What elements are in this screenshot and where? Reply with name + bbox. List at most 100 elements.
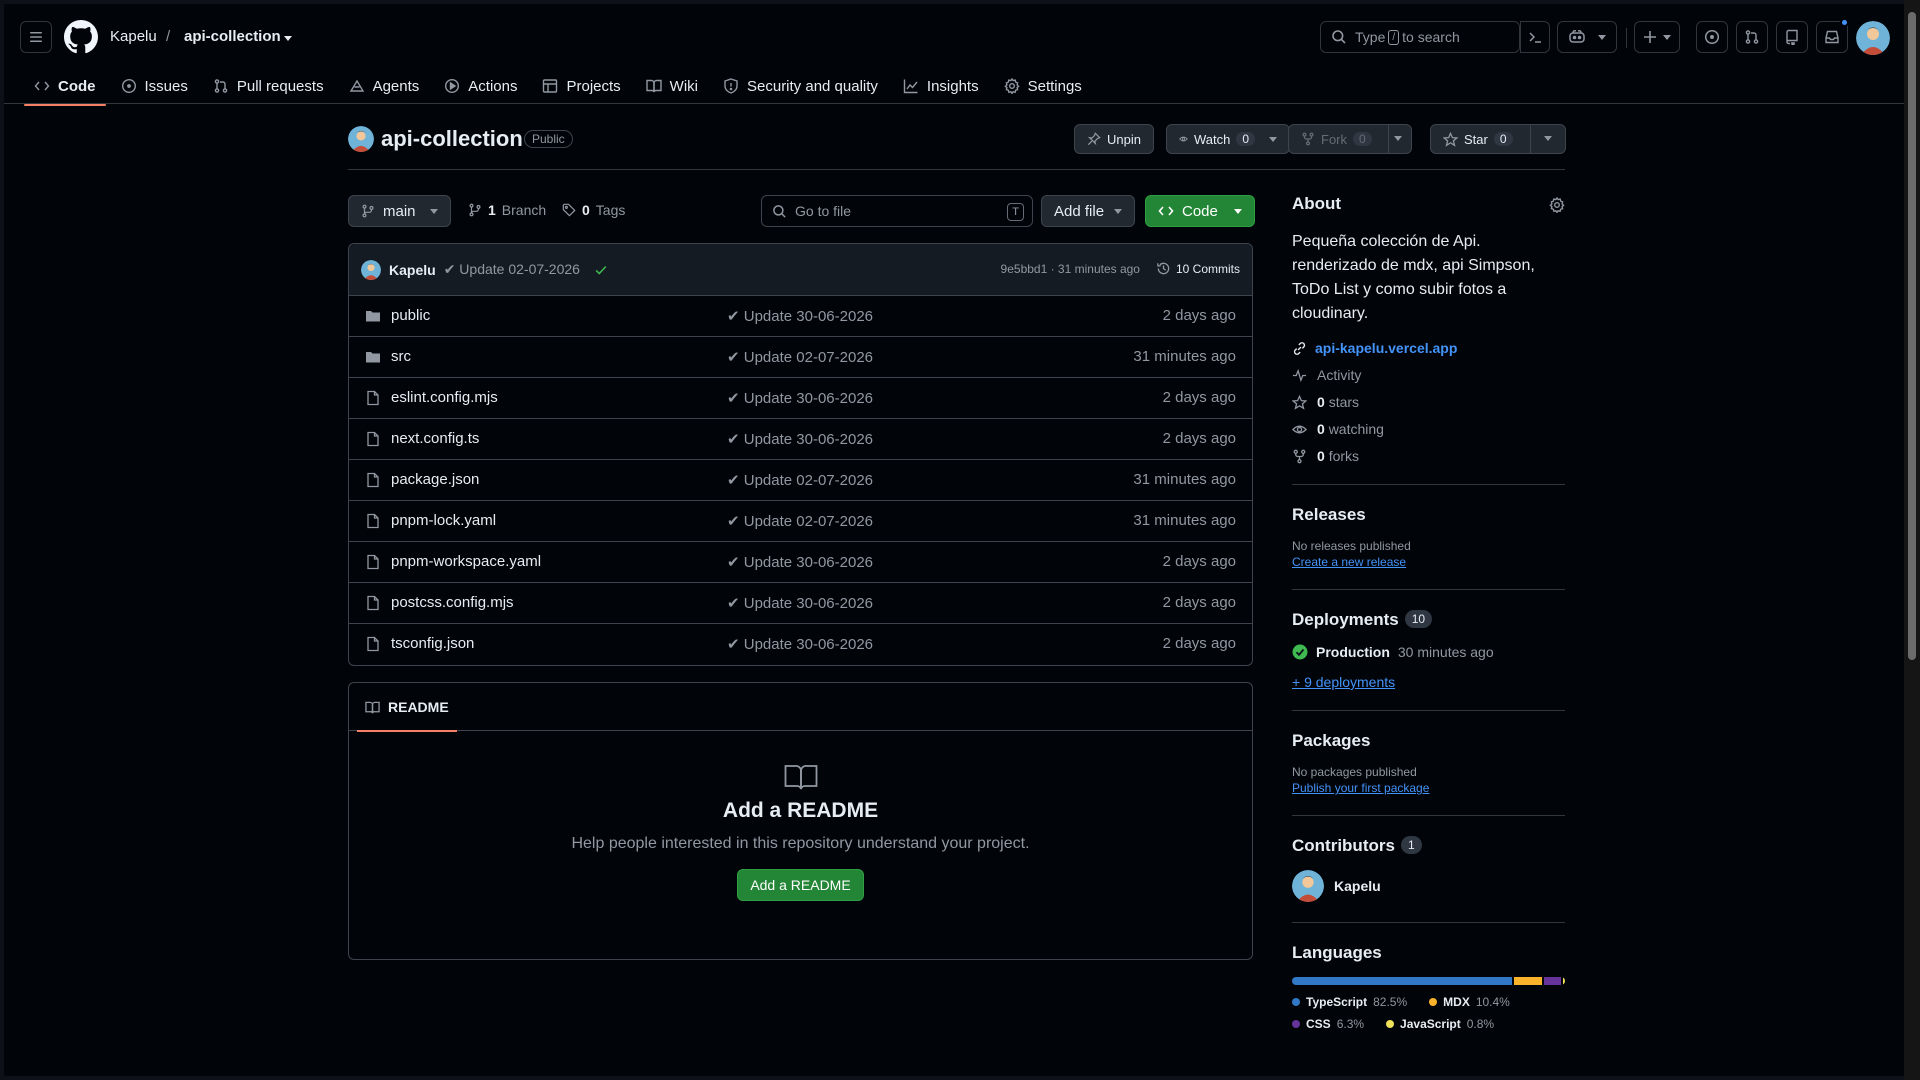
- file-name-link[interactable]: src: [391, 348, 411, 365]
- search-placeholder-suffix: to search: [1402, 29, 1460, 45]
- more-deployments-link[interactable]: + 9 deployments: [1292, 674, 1565, 690]
- file-row[interactable]: package.json ✔ Update 02-07-2026 31 minute…: [349, 460, 1252, 501]
- star-dropdown-icon[interactable]: [1544, 136, 1552, 141]
- breadcrumb-repo[interactable]: api-collection: [184, 28, 281, 45]
- file-commit-message[interactable]: ✔ Update 02-07-2026: [727, 512, 873, 530]
- file-name-link[interactable]: eslint.config.mjs: [391, 389, 498, 406]
- fork-icon: [1293, 449, 1306, 463]
- deployments-header[interactable]: Deployments 10: [1292, 610, 1565, 630]
- file-name-link[interactable]: pnpm-workspace.yaml: [391, 553, 541, 570]
- file-commit-message[interactable]: ✔ Update 30-06-2026: [727, 553, 873, 571]
- unpin-button[interactable]: Unpin: [1074, 124, 1154, 154]
- file-commit-message[interactable]: ✔ Update 30-06-2026: [727, 389, 873, 407]
- branches-link[interactable]: 1 Branch: [468, 202, 546, 218]
- file-name-link[interactable]: next.config.ts: [391, 430, 479, 447]
- tab-pull-requests[interactable]: Pull requests: [203, 68, 334, 104]
- copilot-button[interactable]: [1557, 21, 1617, 53]
- page-scrollbar[interactable]: [1904, 0, 1920, 1080]
- file-name-link[interactable]: pnpm-lock.yaml: [391, 512, 496, 529]
- commits-history-link[interactable]: 10 Commits: [1156, 261, 1240, 276]
- readme-empty-title: Add a README: [722, 799, 879, 822]
- file-commit-message[interactable]: ✔ Update 02-07-2026: [727, 348, 873, 366]
- language-item[interactable]: TypeScript 82.5%: [1292, 995, 1407, 1009]
- file-name-link[interactable]: public: [391, 307, 430, 324]
- deployment-item[interactable]: Production 30 minutes ago: [1292, 644, 1565, 660]
- releases-title[interactable]: Releases: [1292, 505, 1565, 525]
- language-item[interactable]: JavaScript 0.8%: [1386, 1017, 1494, 1031]
- watching-link[interactable]: 0 watching: [1292, 421, 1565, 437]
- file-commit-message[interactable]: ✔ Update 30-06-2026: [727, 307, 873, 325]
- language-item[interactable]: CSS 6.3%: [1292, 1017, 1364, 1031]
- add-file-button[interactable]: Add file: [1041, 195, 1136, 227]
- file-row[interactable]: pnpm-lock.yaml ✔ Update 02-07-2026 31 minu…: [349, 501, 1252, 542]
- github-logo-icon[interactable]: [64, 20, 98, 54]
- contributor-item[interactable]: Kapelu: [1292, 870, 1565, 902]
- commit-author-avatar[interactable]: [361, 259, 381, 280]
- watch-button[interactable]: Watch 0: [1166, 124, 1290, 154]
- publish-package-link[interactable]: Publish your first package: [1292, 781, 1565, 795]
- file-commit-message[interactable]: ✔ Update 30-06-2026: [727, 635, 873, 653]
- repo-title[interactable]: api-collection: [381, 126, 523, 152]
- language-item[interactable]: MDX 10.4%: [1429, 995, 1510, 1009]
- file-commit-message[interactable]: ✔ Update 02-07-2026: [727, 471, 873, 489]
- your-issues-button[interactable]: [1696, 21, 1728, 53]
- your-pull-requests-button[interactable]: [1736, 21, 1768, 53]
- file-name-link[interactable]: package.json: [391, 471, 479, 488]
- scrollbar-thumb[interactable]: [1908, 12, 1916, 660]
- user-avatar[interactable]: [1856, 21, 1890, 55]
- watch-dropdown-icon[interactable]: [1269, 136, 1277, 142]
- contributors-title: Contributors: [1292, 836, 1395, 855]
- create-release-link[interactable]: Create a new release: [1292, 555, 1565, 569]
- tab-security-and-quality[interactable]: Security and quality: [713, 68, 888, 104]
- check-icon[interactable]: [594, 263, 608, 277]
- tab-agents[interactable]: Agents: [339, 68, 430, 104]
- add-readme-button[interactable]: Add a README: [737, 869, 864, 901]
- commit-sha-time[interactable]: 9e5bbd1 · 31 minutes ago: [1001, 262, 1140, 276]
- go-to-file-input[interactable]: Go to file T: [761, 195, 1033, 227]
- tab-projects[interactable]: Projects: [532, 68, 630, 104]
- file-row[interactable]: public ✔ Update 30-06-2026 2 days ago: [349, 296, 1252, 337]
- repositories-button[interactable]: [1776, 21, 1808, 53]
- go-to-file-shortcut: T: [1007, 203, 1024, 221]
- forks-link[interactable]: 0 forks: [1292, 448, 1565, 464]
- file-row[interactable]: tsconfig.json ✔ Update 30-06-2026 2 days a…: [349, 624, 1252, 665]
- readme-tab[interactable]: README: [357, 683, 457, 732]
- contributors-header[interactable]: Contributors 1: [1292, 836, 1565, 856]
- star-icon: [1292, 394, 1307, 410]
- repo-switcher-caret-icon[interactable]: [284, 36, 292, 41]
- tab-wiki[interactable]: Wiki: [636, 68, 708, 104]
- branch-selector[interactable]: main: [348, 195, 451, 227]
- tags-link[interactable]: 0 Tags: [562, 202, 625, 218]
- breadcrumb-owner[interactable]: Kapelu: [110, 28, 157, 45]
- language-color-dot: [1429, 998, 1438, 1006]
- tab-actions[interactable]: Actions: [434, 68, 527, 104]
- tab-insights[interactable]: Insights: [893, 68, 989, 104]
- file-row[interactable]: next.config.ts ✔ Update 30-06-2026 2 days …: [349, 419, 1252, 460]
- file-name-link[interactable]: tsconfig.json: [391, 635, 474, 652]
- tab-issues[interactable]: Issues: [111, 68, 198, 104]
- tab-code[interactable]: Code: [24, 68, 106, 106]
- menu-button[interactable]: [20, 21, 52, 53]
- fork-dropdown-icon[interactable]: [1394, 136, 1402, 141]
- file-row[interactable]: src ✔ Update 02-07-2026 31 minutes ago: [349, 337, 1252, 378]
- file-row[interactable]: eslint.config.mjs ✔ Update 30-06-2026 2 da…: [349, 378, 1252, 419]
- repo-owner-avatar[interactable]: [348, 126, 374, 152]
- commit-author[interactable]: Kapelu: [389, 262, 436, 278]
- file-name-link[interactable]: postcss.config.mjs: [391, 594, 514, 611]
- file-row[interactable]: pnpm-workspace.yaml ✔ Update 30-06-2026 2 …: [349, 542, 1252, 583]
- forks-label: forks: [1328, 448, 1360, 464]
- activity-link[interactable]: Activity: [1292, 367, 1565, 383]
- create-new-button[interactable]: [1634, 21, 1680, 53]
- file-row[interactable]: postcss.config.mjs ✔ Update 30-06-2026 2 d…: [349, 583, 1252, 624]
- code-button[interactable]: Code: [1145, 195, 1255, 227]
- gear-icon[interactable]: [1549, 197, 1565, 213]
- file-commit-message[interactable]: ✔ Update 30-06-2026: [727, 430, 873, 448]
- file-commit-message[interactable]: ✔ Update 30-06-2026: [727, 594, 873, 612]
- command-palette-button[interactable]: [1520, 21, 1550, 53]
- tab-settings[interactable]: Settings: [994, 68, 1092, 104]
- homepage-link[interactable]: api-kapelu.vercel.app: [1292, 340, 1565, 356]
- packages-title[interactable]: Packages: [1292, 731, 1565, 751]
- stars-link[interactable]: 0 stars: [1292, 394, 1565, 410]
- commit-message[interactable]: ✔ Update 02-07-2026: [444, 261, 580, 278]
- global-search-input[interactable]: Type / to search: [1320, 21, 1520, 53]
